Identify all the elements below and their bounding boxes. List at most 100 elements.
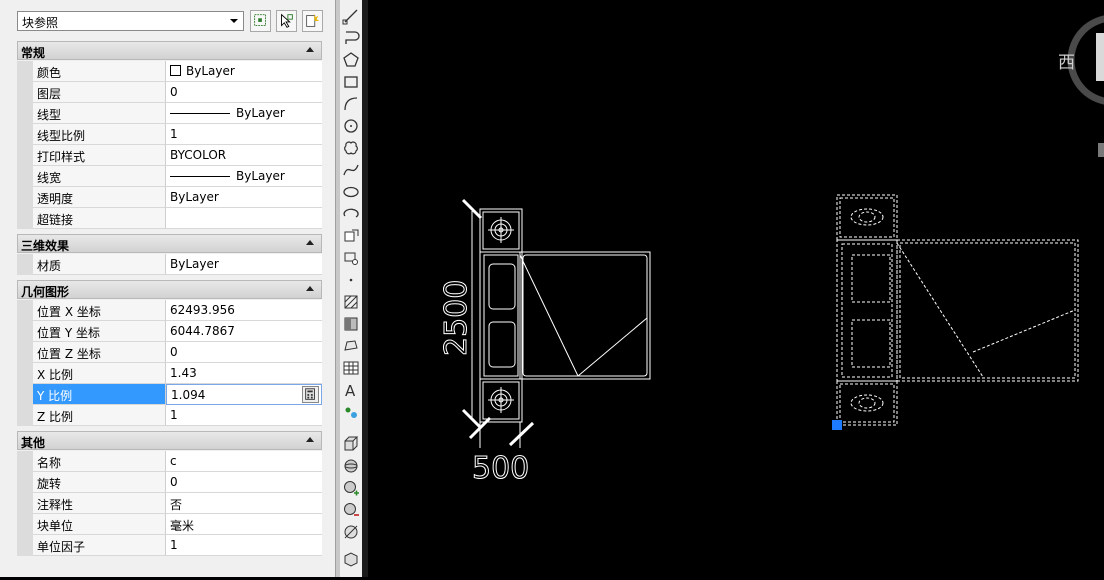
section-general[interactable]: 常规 bbox=[17, 41, 322, 60]
prop-row-scale-z[interactable]: Z 比例 1 bbox=[17, 405, 322, 426]
toggle-pickadd-button[interactable] bbox=[250, 10, 271, 32]
prop-row-color[interactable]: 颜色 ByLayer bbox=[17, 61, 322, 82]
arc-tool[interactable] bbox=[341, 94, 361, 114]
prop-row-material[interactable]: 材质 ByLayer bbox=[17, 254, 322, 275]
prop-label: 单位因子 bbox=[37, 540, 86, 554]
prop-row-scale-y[interactable]: Y 比例 1.094 bbox=[17, 384, 322, 405]
drawing-svg: 2500 500 bbox=[439, 15, 1104, 487]
select-objects-icon bbox=[281, 13, 293, 28]
scale-y-input[interactable]: 1.094 bbox=[171, 388, 205, 402]
prop-row-position-x[interactable]: 位置 X 坐标 62493.956 bbox=[17, 300, 322, 321]
prop-label: 打印样式 bbox=[37, 150, 86, 164]
prop-value: BYCOLOR bbox=[170, 148, 227, 162]
text-icon: A bbox=[345, 382, 356, 400]
mtext-tool[interactable]: A bbox=[341, 380, 361, 400]
prop-row-name[interactable]: 名称 c bbox=[17, 451, 322, 472]
prop-row-block-unit[interactable]: 块单位 毫米 bbox=[17, 514, 322, 535]
block-reference-selected bbox=[836, 194, 1079, 426]
gradient-icon bbox=[344, 317, 358, 331]
section-geometry[interactable]: 几何图形 bbox=[17, 280, 322, 299]
circle-tool[interactable] bbox=[341, 116, 361, 136]
prop-label: 块单位 bbox=[37, 519, 74, 533]
prop-row-hyperlink[interactable]: 超链接 bbox=[17, 208, 322, 229]
rectangle-icon bbox=[344, 76, 358, 88]
revcloud-tool[interactable] bbox=[341, 138, 361, 158]
quick-select-button[interactable] bbox=[302, 10, 323, 32]
insertion-grip[interactable] bbox=[832, 420, 842, 430]
prop-row-transparency[interactable]: 透明度 ByLayer bbox=[17, 187, 322, 208]
region-tool[interactable] bbox=[341, 336, 361, 356]
solid-edit-tool[interactable] bbox=[341, 548, 361, 568]
ellipse-arc-tool[interactable] bbox=[341, 204, 361, 224]
line-tool[interactable] bbox=[341, 6, 361, 26]
line-icon bbox=[342, 9, 358, 25]
prop-label: 线型 bbox=[37, 108, 62, 122]
object-selector-bar: 块参照 bbox=[17, 10, 335, 34]
prop-label: 颜色 bbox=[37, 66, 62, 80]
color-swatch-icon bbox=[170, 65, 181, 76]
rectangle-tool[interactable] bbox=[341, 72, 361, 92]
prop-row-linetype[interactable]: 线型 ByLayer bbox=[17, 103, 322, 124]
polyline-tool[interactable] bbox=[341, 28, 361, 48]
polyline-icon bbox=[345, 31, 360, 44]
prop-label: 图层 bbox=[37, 87, 62, 101]
slice-tool[interactable] bbox=[341, 522, 361, 542]
object-type-value: 块参照 bbox=[22, 16, 59, 30]
prop-label: X 比例 bbox=[37, 368, 74, 382]
compass-west-label[interactable]: 西 bbox=[1058, 48, 1075, 73]
prop-label: Y 比例 bbox=[37, 389, 73, 403]
prop-value: 62493.956 bbox=[170, 303, 235, 317]
add-selected-tool[interactable] bbox=[341, 402, 361, 422]
prop-row-linetype-scale[interactable]: 线型比例 1 bbox=[17, 124, 322, 145]
prop-label: 位置 X 坐标 bbox=[37, 305, 101, 319]
hatch-tool[interactable] bbox=[341, 292, 361, 312]
prop-row-layer[interactable]: 图层 0 bbox=[17, 82, 322, 103]
sphere-tool[interactable] bbox=[341, 456, 361, 476]
prop-value: 0 bbox=[170, 345, 178, 359]
select-objects-button[interactable] bbox=[276, 10, 297, 32]
prop-value: 1.43 bbox=[170, 366, 197, 380]
chevron-down-icon bbox=[230, 19, 238, 23]
drawing-canvas[interactable]: 2500 500 西 bbox=[368, 0, 1104, 577]
prop-row-plot-style[interactable]: 打印样式 BYCOLOR bbox=[17, 145, 322, 166]
make-block-tool[interactable] bbox=[341, 248, 361, 268]
prop-row-unit-factor[interactable]: 单位因子 1 bbox=[17, 535, 322, 556]
polygon-tool[interactable] bbox=[341, 50, 361, 70]
section-geometry-label: 几何图形 bbox=[21, 285, 70, 299]
prop-value: 0 bbox=[170, 475, 178, 489]
calculator-icon bbox=[305, 388, 315, 400]
draw-toolbar: A bbox=[340, 0, 362, 577]
quick-select-icon bbox=[306, 13, 320, 27]
make-block-icon bbox=[344, 252, 358, 265]
prop-label: 位置 Z 坐标 bbox=[37, 347, 101, 361]
properties-palette: 块参照 常规 颜色 ByLayer 图层 0 线型 ByLayer 线型比例 1 打印样… bbox=[0, 0, 335, 577]
quick-calc-button[interactable] bbox=[302, 386, 319, 403]
prop-value: ByLayer bbox=[186, 64, 235, 78]
insert-block-tool[interactable] bbox=[341, 226, 361, 246]
point-tool[interactable] bbox=[341, 270, 361, 290]
prop-label: 注释性 bbox=[37, 498, 74, 512]
section-misc[interactable]: 其他 bbox=[17, 431, 322, 450]
prop-row-position-z[interactable]: 位置 Z 坐标 0 bbox=[17, 342, 322, 363]
linetype-preview-icon bbox=[170, 113, 230, 114]
sphere-add-tool[interactable] bbox=[341, 478, 361, 498]
table-tool[interactable] bbox=[341, 358, 361, 378]
pickadd-icon bbox=[254, 14, 266, 26]
spline-tool[interactable] bbox=[341, 160, 361, 180]
prop-row-position-y[interactable]: 位置 Y 坐标 6044.7867 bbox=[17, 321, 322, 342]
prop-label: 名称 bbox=[37, 456, 62, 470]
prop-value: 1 bbox=[170, 408, 178, 422]
sphere-subtract-tool[interactable] bbox=[341, 500, 361, 520]
hatch-icon bbox=[344, 295, 358, 309]
section-3d-effects[interactable]: 三维效果 bbox=[17, 234, 322, 253]
prop-value: ByLayer bbox=[236, 169, 285, 183]
prop-row-scale-x[interactable]: X 比例 1.43 bbox=[17, 363, 322, 384]
prop-row-lineweight[interactable]: 线宽 ByLayer bbox=[17, 166, 322, 187]
box-tool[interactable] bbox=[341, 434, 361, 454]
object-type-dropdown[interactable]: 块参照 bbox=[17, 11, 244, 31]
viewcube[interactable] bbox=[1067, 15, 1104, 157]
ellipse-tool[interactable] bbox=[341, 182, 361, 202]
prop-row-annotative[interactable]: 注释性 否 bbox=[17, 493, 322, 514]
gradient-tool[interactable] bbox=[341, 314, 361, 334]
prop-row-rotation[interactable]: 旋转 0 bbox=[17, 472, 322, 493]
